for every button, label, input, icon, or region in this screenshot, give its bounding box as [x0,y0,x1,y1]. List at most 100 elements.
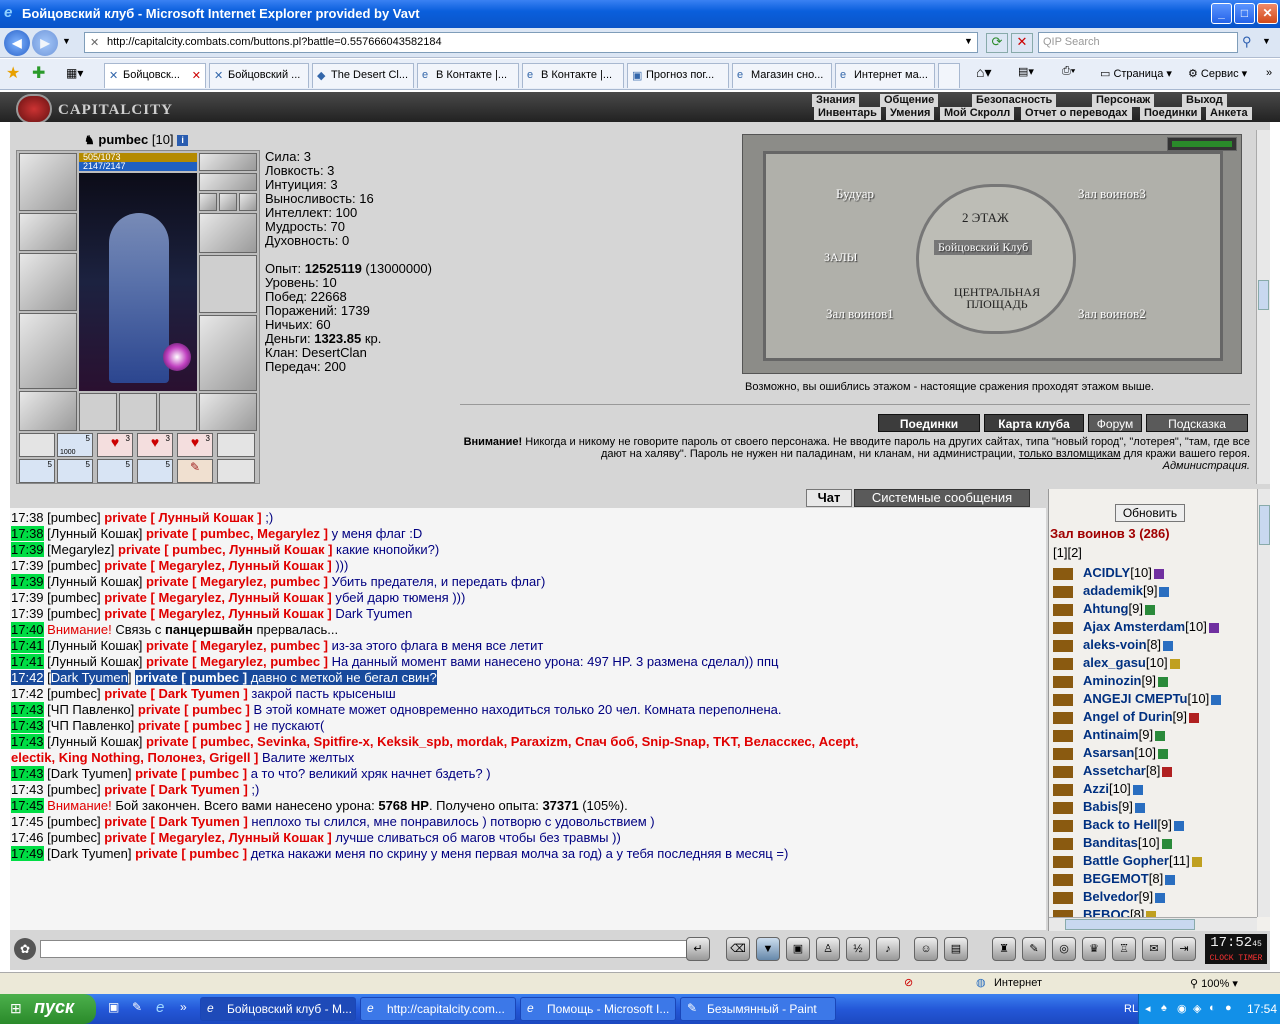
nav-link-skills[interactable]: Умения [886,107,935,120]
chat-message[interactable]: 17:41 [Лунный Кошак] private [ Megarylez… [11,638,1046,654]
zoom-level[interactable]: ⚲ 100% ▾ [1190,977,1238,990]
player-info-icon[interactable] [1155,730,1166,741]
private-message-icon[interactable] [1053,837,1073,850]
scrollbar-thumb[interactable] [1259,505,1270,545]
save-log-icon[interactable]: ▣ [786,937,810,961]
player-name[interactable]: Back to Hell [1083,817,1157,832]
player-info-icon[interactable] [1159,586,1170,597]
nav-link-character[interactable]: Персонаж [1092,94,1155,107]
mana-potion-icon[interactable]: 5 1000 [57,433,93,457]
player-info-icon[interactable] [1155,892,1166,903]
chat-smile-icon[interactable]: ✿ [14,938,36,960]
chat-username[interactable]: pumbec [51,590,97,605]
taskbar-chevron-icon[interactable]: » [180,1000,187,1014]
info-icon[interactable]: i [177,135,189,147]
chat-username[interactable]: Dark Tyumen [51,766,128,781]
player-row[interactable]: Azzi[10] [1053,781,1143,796]
player-name[interactable]: alex_gasu [1083,655,1146,670]
private-message-icon[interactable] [1053,621,1073,634]
chat-message[interactable]: 17:39 [pumbec] private [ Megarylez, Лунн… [11,558,1046,574]
heal-potion-icon[interactable]: ♥ 3 [137,433,173,457]
chat-message[interactable]: 17:38 [Лунный Кошак] private [ pumbec, M… [11,526,1046,542]
tab-chat[interactable]: Чат [806,489,852,507]
duels-button[interactable]: Поединки [878,414,980,432]
quicklaunch-icon[interactable]: ▣ [108,1000,119,1014]
private-message-icon[interactable] [1053,801,1073,814]
tab-7[interactable]: e Магазин сно... [732,63,832,88]
tab-1[interactable]: ✕ Бойцовск... ✕ [104,63,206,88]
ie-quicklaunch-icon[interactable]: e [156,999,164,1016]
player-row[interactable]: Belvedor[9] [1053,889,1166,904]
scrollbar-thumb[interactable] [1258,280,1269,310]
chat-username[interactable]: Лунный Кошак [51,526,139,541]
tools-menu[interactable]: ⚙ Сервис ▾ [1188,67,1247,80]
scroll-slot-2[interactable] [119,393,157,431]
chat-username[interactable]: pumbec [51,686,97,701]
chat-message[interactable]: 17:39 [pumbec] private [ Megarylez, Лунн… [11,590,1046,606]
mana-potion-icon[interactable]: 5 [19,459,55,483]
address-dropdown-icon[interactable]: ▼ [964,36,973,46]
mana-potion-icon[interactable]: 5 [97,459,133,483]
bottle-icon[interactable]: ♜ [992,937,1016,961]
chat-username[interactable]: ЧП Павленко [51,702,131,717]
tab-6[interactable]: ▣ Прогноз пог... [627,63,729,88]
player-row[interactable]: Babis[9] [1053,799,1145,814]
earrings-slot[interactable] [199,153,257,171]
chat-message-input[interactable] [40,940,693,958]
filter-icon[interactable]: ▼ [756,937,780,961]
scroll-slot-1[interactable] [79,393,117,431]
player-info-icon[interactable] [1161,838,1172,849]
forum-button[interactable]: Форум [1088,414,1142,432]
nav-link-security[interactable]: Безопасность [972,94,1057,107]
player-row[interactable]: Angel of Durin[9] [1053,709,1200,724]
player-info-icon[interactable] [1169,658,1180,669]
player-info-icon[interactable] [1208,622,1219,633]
player-name[interactable]: Belvedor [1083,889,1139,904]
tray-icon[interactable]: ◉ [1177,1002,1187,1015]
player-name[interactable]: Ahtung [1083,601,1128,616]
minimize-button[interactable]: _ [1211,3,1232,24]
smiles-icon[interactable]: ☺ [914,937,938,961]
home-icon[interactable]: ⌂▾ [976,64,991,81]
belt-item-empty[interactable] [19,433,55,457]
feeds-icon[interactable]: ▤▾ [1018,65,1034,78]
taskbar-item-paint[interactable]: ✎ Безымянный - Paint [680,997,836,1021]
private-message-icon[interactable] [1053,729,1073,742]
chat-message[interactable]: 17:43 [ЧП Павленко] private [ pumbec ] н… [11,718,1046,734]
nav-link-profile[interactable]: Анкета [1206,107,1252,120]
chat-message[interactable]: 17:46 [pumbec] private [ Megarylez, Лунн… [11,830,1046,846]
chat-message[interactable]: 17:49 [Dark Tyumen] private [ pumbec ] д… [11,846,1046,862]
quick-tabs-icon[interactable]: ▦▾ [66,66,83,80]
player-name[interactable]: Banditas [1083,835,1138,850]
history-dropdown-icon[interactable]: ▼ [62,36,71,46]
room-boudoir[interactable]: Будуар [836,186,874,202]
chat-message[interactable]: 17:41 [Лунный Кошак] private [ Megarylez… [11,654,1046,670]
player-row[interactable]: Assetchar[8] [1053,763,1173,778]
tray-icon[interactable]: ♠ [1161,1002,1167,1014]
chat-message[interactable]: 17:39 [pumbec] private [ Megarylez, Лунн… [11,606,1046,622]
chat-username[interactable]: pumbec [51,814,97,829]
scroll-item-icon[interactable]: ✎ [177,459,213,483]
gift-icon[interactable]: ♖ [1112,937,1136,961]
back-button[interactable]: ◀ [4,30,30,56]
private-message-icon[interactable] [1053,855,1073,868]
fighter-icon[interactable]: ♙ [816,937,840,961]
player-row[interactable]: aleks-voin[8] [1053,637,1174,652]
nav-link-duels[interactable]: Поединки [1140,107,1202,120]
private-message-icon[interactable] [1053,711,1073,724]
bag-icon[interactable]: ◎ [1052,937,1076,961]
player-row[interactable]: Antinaim[9] [1053,727,1166,742]
ring-slot-1[interactable] [199,193,217,211]
chat-username[interactable]: Лунный Кошак [51,734,139,749]
quicklaunch-icon[interactable]: ✎ [132,1000,142,1014]
taskbar-item-ie-2[interactable]: e http://capitalcity.com... [360,997,516,1021]
chat-message[interactable]: 17:45 Внимание! Бой закончен. Всего вами… [11,798,1046,814]
tab-5[interactable]: e В Контакте |... [522,63,624,88]
new-tab-button[interactable] [938,63,960,88]
player-row[interactable]: ANGEJI CMEPTu[10] [1053,691,1222,706]
chat-username[interactable]: pumbec [51,782,97,797]
chat-message[interactable]: 17:38 [pumbec] private [ Лунный Кошак ] … [11,510,1046,526]
chat-username[interactable]: pumbec [51,830,97,845]
chat-message[interactable]: 17:43 [ЧП Павленко] private [ pumbec ] В… [11,702,1046,718]
private-message-icon[interactable] [1053,783,1073,796]
